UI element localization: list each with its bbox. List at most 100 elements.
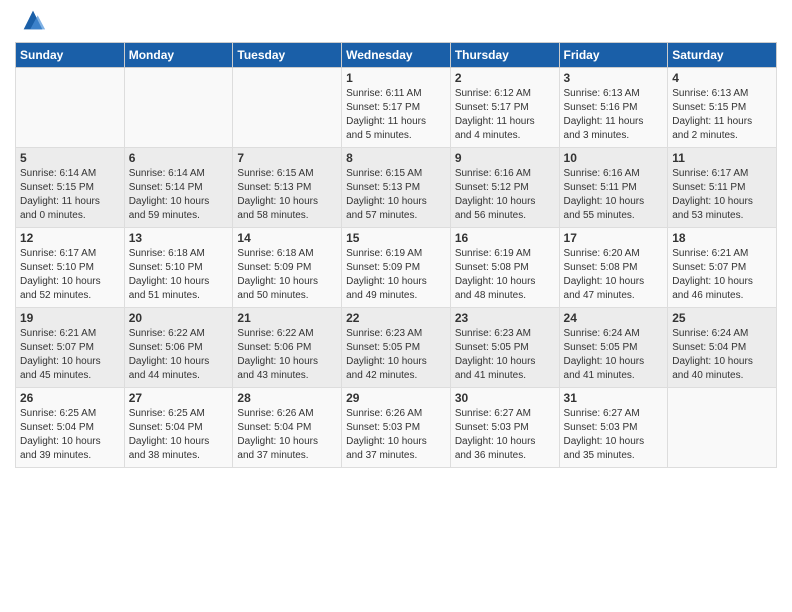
day-cell-25: 25 Sunrise: 6:24 AM Sunset: 5:04 PM Dayli… [668, 308, 777, 388]
day-info: Sunrise: 6:14 AM Sunset: 5:14 PM Dayligh… [129, 168, 210, 221]
header-friday: Friday [559, 43, 668, 68]
day-cell-23: 23 Sunrise: 6:23 AM Sunset: 5:05 PM Dayli… [450, 308, 559, 388]
header-thursday: Thursday [450, 43, 559, 68]
day-number: 11 [672, 151, 772, 165]
day-info: Sunrise: 6:23 AM Sunset: 5:05 PM Dayligh… [346, 328, 427, 381]
day-number: 1 [346, 71, 446, 85]
day-number: 9 [455, 151, 555, 165]
day-cell-26: 26 Sunrise: 6:25 AM Sunset: 5:04 PM Dayli… [16, 388, 125, 468]
empty-cell [16, 68, 125, 148]
day-number: 23 [455, 311, 555, 325]
logo [15, 16, 47, 34]
day-info: Sunrise: 6:16 AM Sunset: 5:11 PM Dayligh… [564, 168, 645, 221]
day-info: Sunrise: 6:24 AM Sunset: 5:04 PM Dayligh… [672, 328, 753, 381]
header-sunday: Sunday [16, 43, 125, 68]
day-number: 14 [237, 231, 337, 245]
day-cell-20: 20Sunrise: 6:22 AM Sunset: 5:06 PM Dayli… [124, 308, 233, 388]
day-info: Sunrise: 6:23 AM Sunset: 5:05 PM Dayligh… [455, 328, 536, 381]
day-number: 24 [564, 311, 664, 325]
empty-cell [233, 68, 342, 148]
day-number: 5 [20, 151, 120, 165]
day-cell-30: 30 Sunrise: 6:27 AM Sunset: 5:03 PM Dayli… [450, 388, 559, 468]
day-info: Sunrise: 6:25 AM Sunset: 5:04 PM Dayligh… [20, 408, 101, 461]
day-info: Sunrise: 6:25 AM Sunset: 5:04 PM Dayligh… [129, 408, 210, 461]
day-number: 6 [129, 151, 229, 165]
day-number: 10 [564, 151, 664, 165]
day-number: 31 [564, 391, 664, 405]
day-number: 21 [237, 311, 337, 325]
day-info: Sunrise: 6:15 AM Sunset: 5:13 PM Dayligh… [237, 168, 318, 221]
week-row-5: 26 Sunrise: 6:25 AM Sunset: 5:04 PM Dayli… [16, 388, 777, 468]
day-info: Sunrise: 6:15 AM Sunset: 5:13 PM Dayligh… [346, 168, 427, 221]
day-number: 15 [346, 231, 446, 245]
day-number: 7 [237, 151, 337, 165]
day-number: 8 [346, 151, 446, 165]
day-info: Sunrise: 6:27 AM Sunset: 5:03 PM Dayligh… [564, 408, 645, 461]
day-cell-27: 27 Sunrise: 6:25 AM Sunset: 5:04 PM Dayli… [124, 388, 233, 468]
day-number: 3 [564, 71, 664, 85]
day-cell-2: 2 Sunrise: 6:12 AM Sunset: 5:17 PM Daylig… [450, 68, 559, 148]
day-number: 22 [346, 311, 446, 325]
day-info: Sunrise: 6:13 AM Sunset: 5:15 PM Dayligh… [672, 88, 752, 141]
day-number: 12 [20, 231, 120, 245]
header-wednesday: Wednesday [342, 43, 451, 68]
day-info: Sunrise: 6:22 AM Sunset: 5:06 PM Dayligh… [237, 328, 318, 381]
day-cell-24: 24 Sunrise: 6:24 AM Sunset: 5:05 PM Dayli… [559, 308, 668, 388]
day-cell-4: 4 Sunrise: 6:13 AM Sunset: 5:15 PM Daylig… [668, 68, 777, 148]
day-number: 25 [672, 311, 772, 325]
day-number: 19 [20, 311, 120, 325]
day-info: Sunrise: 6:11 AM Sunset: 5:17 PM Dayligh… [346, 88, 426, 141]
day-info: Sunrise: 6:17 AM Sunset: 5:11 PM Dayligh… [672, 168, 753, 221]
day-cell-7: 7 Sunrise: 6:15 AM Sunset: 5:13 PM Daylig… [233, 148, 342, 228]
day-info: Sunrise: 6:16 AM Sunset: 5:12 PM Dayligh… [455, 168, 536, 221]
day-cell-18: 18 Sunrise: 6:21 AM Sunset: 5:07 PM Dayli… [668, 228, 777, 308]
day-cell-19: 19Sunrise: 6:21 AM Sunset: 5:07 PM Dayli… [16, 308, 125, 388]
day-cell-16: 16 Sunrise: 6:19 AM Sunset: 5:08 PM Dayli… [450, 228, 559, 308]
week-row-3: 12 Sunrise: 6:17 AM Sunset: 5:10 PM Dayli… [16, 228, 777, 308]
day-number: 26 [20, 391, 120, 405]
day-info: Sunrise: 6:20 AM Sunset: 5:08 PM Dayligh… [564, 248, 645, 301]
day-number: 27 [129, 391, 229, 405]
day-cell-9: 9 Sunrise: 6:16 AM Sunset: 5:12 PM Daylig… [450, 148, 559, 228]
day-info: Sunrise: 6:18 AM Sunset: 5:09 PM Dayligh… [237, 248, 318, 301]
calendar-table: SundayMondayTuesdayWednesdayThursdayFrid… [15, 42, 777, 468]
day-info: Sunrise: 6:17 AM Sunset: 5:10 PM Dayligh… [20, 248, 101, 301]
day-cell-1: 1 Sunrise: 6:11 AM Sunset: 5:17 PM Daylig… [342, 68, 451, 148]
day-cell-21: 21 Sunrise: 6:22 AM Sunset: 5:06 PM Dayli… [233, 308, 342, 388]
day-info: Sunrise: 6:26 AM Sunset: 5:04 PM Dayligh… [237, 408, 318, 461]
day-info: Sunrise: 6:26 AM Sunset: 5:03 PM Dayligh… [346, 408, 427, 461]
day-info: Sunrise: 6:24 AM Sunset: 5:05 PM Dayligh… [564, 328, 645, 381]
header-tuesday: Tuesday [233, 43, 342, 68]
day-number: 18 [672, 231, 772, 245]
day-info: Sunrise: 6:27 AM Sunset: 5:03 PM Dayligh… [455, 408, 536, 461]
day-cell-15: 15 Sunrise: 6:19 AM Sunset: 5:09 PM Dayli… [342, 228, 451, 308]
day-info: Sunrise: 6:21 AM Sunset: 5:07 PM Dayligh… [672, 248, 753, 301]
day-cell-11: 11 Sunrise: 6:17 AM Sunset: 5:11 PM Dayli… [668, 148, 777, 228]
day-cell-14: 14 Sunrise: 6:18 AM Sunset: 5:09 PM Dayli… [233, 228, 342, 308]
day-cell-13: 13Sunrise: 6:18 AM Sunset: 5:10 PM Dayli… [124, 228, 233, 308]
header-saturday: Saturday [668, 43, 777, 68]
day-number: 2 [455, 71, 555, 85]
day-info: Sunrise: 6:22 AM Sunset: 5:06 PM Dayligh… [129, 328, 210, 381]
day-info: Sunrise: 6:12 AM Sunset: 5:17 PM Dayligh… [455, 88, 535, 141]
week-row-2: 5Sunrise: 6:14 AM Sunset: 5:15 PM Daylig… [16, 148, 777, 228]
day-cell-12: 12 Sunrise: 6:17 AM Sunset: 5:10 PM Dayli… [16, 228, 125, 308]
day-cell-22: 22 Sunrise: 6:23 AM Sunset: 5:05 PM Dayli… [342, 308, 451, 388]
empty-cell [124, 68, 233, 148]
day-number: 4 [672, 71, 772, 85]
week-row-4: 19Sunrise: 6:21 AM Sunset: 5:07 PM Dayli… [16, 308, 777, 388]
day-number: 16 [455, 231, 555, 245]
day-number: 29 [346, 391, 446, 405]
day-number: 17 [564, 231, 664, 245]
page-header [15, 10, 777, 34]
day-cell-8: 8 Sunrise: 6:15 AM Sunset: 5:13 PM Daylig… [342, 148, 451, 228]
day-cell-5: 5Sunrise: 6:14 AM Sunset: 5:15 PM Daylig… [16, 148, 125, 228]
day-number: 13 [129, 231, 229, 245]
day-number: 30 [455, 391, 555, 405]
logo-icon [19, 6, 47, 34]
day-cell-31: 31 Sunrise: 6:27 AM Sunset: 5:03 PM Dayli… [559, 388, 668, 468]
day-cell-28: 28Sunrise: 6:26 AM Sunset: 5:04 PM Dayli… [233, 388, 342, 468]
day-info: Sunrise: 6:19 AM Sunset: 5:08 PM Dayligh… [455, 248, 536, 301]
day-info: Sunrise: 6:19 AM Sunset: 5:09 PM Dayligh… [346, 248, 427, 301]
empty-cell [668, 388, 777, 468]
